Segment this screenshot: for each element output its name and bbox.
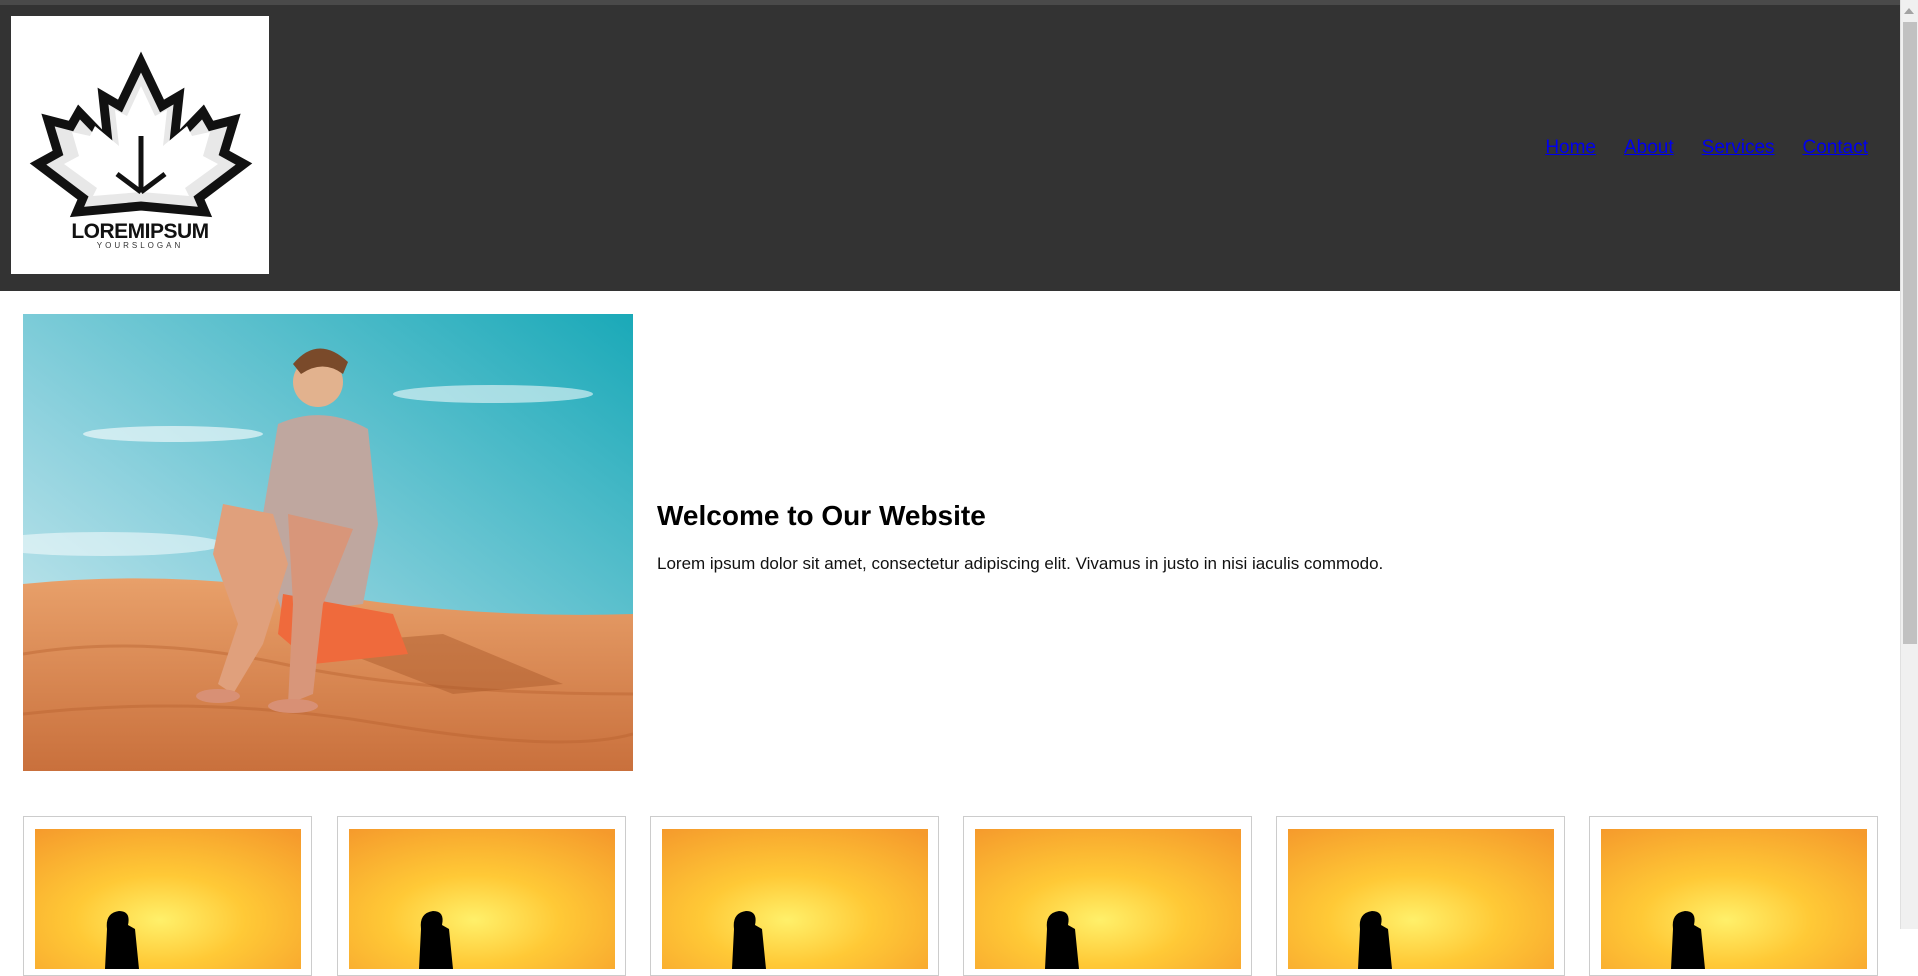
card[interactable] (650, 816, 939, 976)
scrollbar-thumb[interactable] (1903, 22, 1917, 644)
card[interactable] (23, 816, 312, 976)
card-image (1601, 829, 1867, 969)
card-image (975, 829, 1241, 969)
logo-slogan: YOURSLOGAN (96, 241, 184, 250)
hero-image (23, 314, 633, 771)
nav-services-link[interactable]: Services (1702, 137, 1775, 159)
hero-paragraph: Lorem ipsum dolor sit amet, consectetur … (657, 554, 1384, 573)
nav-about-link[interactable]: About (1624, 137, 1674, 159)
scroll-up-arrow-icon[interactable] (1904, 8, 1914, 14)
hero-heading: Welcome to Our Website (657, 500, 986, 531)
site-header: LOREMIPSUM YOURSLOGAN Home About Service… (0, 5, 1900, 291)
hero-content: Welcome to Our Website Lorem ipsum dolor… (657, 500, 1383, 574)
main-nav: Home About Services Contact (1545, 137, 1868, 159)
card-image (662, 829, 928, 969)
card-image (349, 829, 615, 969)
card[interactable] (337, 816, 626, 976)
card-image (35, 829, 301, 969)
site-logo[interactable]: LOREMIPSUM YOURSLOGAN (11, 16, 269, 274)
card[interactable] (1276, 816, 1565, 976)
vertical-scrollbar[interactable] (1900, 0, 1918, 929)
card-image (1288, 829, 1554, 969)
card[interactable] (1589, 816, 1878, 976)
nav-contact-link[interactable]: Contact (1803, 137, 1868, 159)
nav-home-link[interactable]: Home (1545, 137, 1596, 159)
card[interactable] (963, 816, 1252, 976)
